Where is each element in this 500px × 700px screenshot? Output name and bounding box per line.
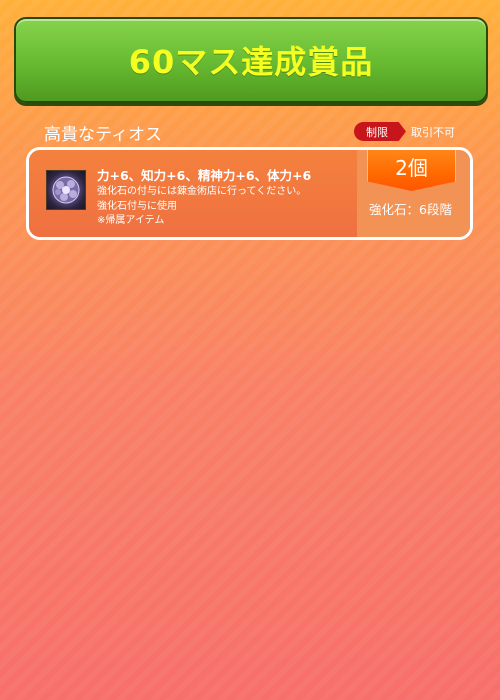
item-quantity: 2個 (395, 155, 428, 180)
restriction-badge: 制限 (354, 122, 406, 141)
restriction-text: 取引不可 (411, 126, 455, 139)
reward-name: 高貴なティオス (44, 125, 162, 145)
title-banner: 60マス達成賞品 (14, 17, 488, 103)
item-description-line: 強化石付与に使用 (97, 201, 177, 212)
item-description-line: ※帰属アイテム (97, 215, 165, 226)
item-description-line: 強化石の付与には錬金術店に行ってください。 (97, 186, 307, 197)
banner-title: 60マス達成賞品 (128, 43, 374, 81)
background-stripes (0, 0, 500, 700)
enhancement-level: 強化石：6段階 (369, 202, 452, 217)
purple-orb-icon[interactable] (46, 170, 86, 210)
item-card[interactable]: 力+6、知力+6、精神力+6、体力+6 強化石の付与には錬金術店に行ってください… (26, 147, 473, 240)
restriction-badge-label: 制限 (366, 125, 388, 139)
